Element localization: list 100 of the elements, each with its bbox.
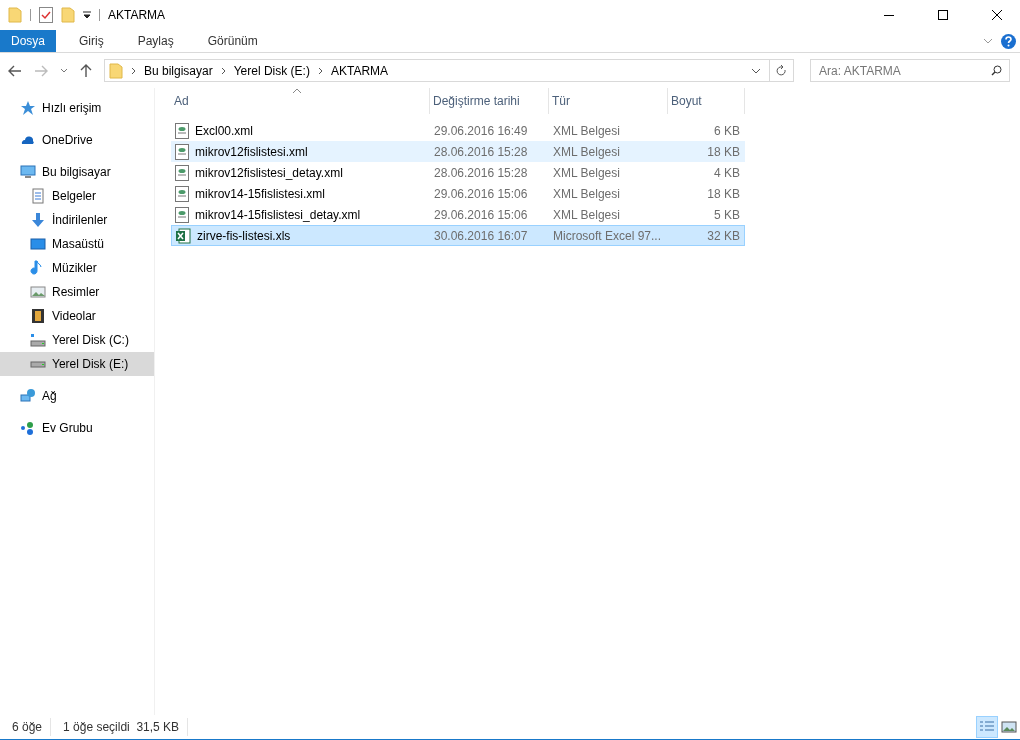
nav-label: Videolar <box>52 308 96 325</box>
xml-file-icon <box>175 143 189 160</box>
drive-icon <box>30 332 46 348</box>
nav-item[interactable]: OneDrive <box>0 128 154 152</box>
xml-file-icon <box>175 206 189 223</box>
sort-caret-icon <box>292 88 302 94</box>
column-header[interactable]: Boyut <box>668 88 745 114</box>
nav-label: Yerel Disk (E:) <box>52 356 129 373</box>
document-icon <box>30 188 46 204</box>
film-icon <box>30 308 46 324</box>
date-cell-text: 30.06.2016 16:07 <box>433 227 529 245</box>
chevron-icon <box>131 66 136 75</box>
file-name: Excl00.xml <box>195 122 253 140</box>
nav-label: Ev Grubu <box>42 420 93 437</box>
spreadsheet-file-icon <box>175 227 191 244</box>
monitor-icon <box>20 164 36 180</box>
file-row[interactable]: mikrov14-15fislistesi_detay.xml 29.06.2016 15:06 XML Belgesi 5 KB <box>171 204 745 225</box>
size-cell-text: 6 KB <box>713 122 741 140</box>
back-arrow-icon[interactable] <box>8 64 22 77</box>
dropdown-icon[interactable] <box>83 11 91 19</box>
file-name: mikrov12fislistesi_detay.xml <box>195 164 343 182</box>
expand-ribbon-icon[interactable] <box>983 38 993 44</box>
size-cell-text: 4 KB <box>713 164 741 182</box>
ribbon-tab[interactable]: Dosya <box>0 30 56 52</box>
nav-label: Ağ <box>42 388 57 405</box>
nav-item[interactable]: Hızlı erişim <box>0 96 154 120</box>
type-cell-text: XML Belgesi <box>552 164 621 182</box>
nav-label: Resimler <box>52 284 100 301</box>
date-cell-text: 28.06.2016 15:28 <box>433 164 529 182</box>
ribbon-tab[interactable]: Paylaş <box>126 30 185 52</box>
ribbon-tab[interactable]: Görünüm <box>196 30 269 52</box>
down-arrow-icon <box>30 212 46 228</box>
window-title: AKTARMA <box>108 7 166 24</box>
date-cell-text: 28.06.2016 15:28 <box>433 143 529 161</box>
type-cell-text: XML Belgesi <box>552 185 621 203</box>
desktop-icon <box>30 236 46 252</box>
nav-label: OneDrive <box>42 132 93 149</box>
breadcrumb-item[interactable]: Yerel Disk (E:) <box>233 61 310 80</box>
new-folder-icon <box>61 7 75 23</box>
star-icon <box>20 100 36 116</box>
breadcrumb-item[interactable]: Bu bilgisayar <box>144 61 213 80</box>
type-cell-text: XML Belgesi <box>552 122 621 140</box>
nav-item[interactable]: Resimler <box>0 280 154 304</box>
file-row[interactable]: mikrov12fislistesi_detay.xml 28.06.2016 15:28 XML Belgesi 4 KB <box>171 162 745 183</box>
drive-icon <box>30 360 46 368</box>
nav-label: Belgeler <box>52 188 97 205</box>
network-icon <box>20 388 36 404</box>
nav-item[interactable]: Ağ <box>0 384 154 408</box>
details-view-icon <box>979 720 995 734</box>
item-count: 6 öğe <box>12 718 52 736</box>
maximize-icon <box>938 10 948 20</box>
nav-item[interactable]: Yerel Disk (C:) <box>0 328 154 352</box>
nav-item[interactable]: Ev Grubu <box>0 416 154 440</box>
search-icon <box>991 65 1002 76</box>
file-row[interactable]: mikrov14-15fislistesi.xml 29.06.2016 15:06 XML Belgesi 18 KB <box>171 183 745 204</box>
homegroup-icon <box>20 420 36 436</box>
properties-icon[interactable] <box>39 7 53 23</box>
size-cell-text: 18 KB <box>706 185 741 203</box>
nav-label: Müzikler <box>52 260 97 277</box>
refresh-icon[interactable] <box>776 64 787 77</box>
xml-file-icon <box>175 164 189 181</box>
picture-icon <box>1001 720 1017 734</box>
ribbon-tab[interactable]: Giriş <box>68 30 115 52</box>
minimize-icon <box>884 14 894 16</box>
nav-item[interactable]: Bu bilgisayar <box>0 160 154 184</box>
file-row[interactable]: mikrov12fislistesi.xml 28.06.2016 15:28 XML Belgesi 18 KB <box>171 141 745 162</box>
breadcrumb-item[interactable]: AKTARMA <box>330 61 389 80</box>
chevron-icon <box>220 66 226 75</box>
file-row[interactable]: Excl00.xml 29.06.2016 16:49 XML Belgesi 6 KB <box>171 120 745 141</box>
nav-item[interactable]: Yerel Disk (E:) <box>0 352 154 376</box>
file-name: mikrov14-15fislistesi.xml <box>195 185 326 203</box>
address-dropdown-icon[interactable] <box>751 67 761 74</box>
folder-icon <box>109 62 123 79</box>
file-row[interactable]: zirve-fis-listesi.xls 30.06.2016 16:07 Microsoft Excel 97... 32 KB <box>171 225 745 246</box>
xml-file-icon <box>175 122 189 139</box>
column-header[interactable]: Ad <box>171 88 430 114</box>
nav-label: Masaüstü <box>52 236 105 253</box>
column-header[interactable]: Değiştirme tarihi <box>430 88 549 114</box>
file-name: zirve-fis-listesi.xls <box>197 227 291 245</box>
nav-item[interactable]: İndirilenler <box>0 208 154 232</box>
nav-label: İndirilenler <box>52 212 108 229</box>
chevron-icon <box>317 66 323 75</box>
nav-label: Bu bilgisayar <box>42 164 111 181</box>
search-field[interactable]: Ara: AKTARMA <box>810 59 1010 82</box>
nav-item[interactable]: Belgeler <box>0 184 154 208</box>
nav-item[interactable]: Videolar <box>0 304 154 328</box>
size-cell-text: 5 KB <box>713 206 741 224</box>
selection-info: 1 öğe seçildi 31,5 KB <box>51 718 189 736</box>
address-bar[interactable]: Bu bilgisayar Yerel Disk (E:) AKTARMA <box>104 59 794 82</box>
type-cell-text: XML Belgesi <box>552 143 621 161</box>
nav-label: Yerel Disk (C:) <box>52 332 129 349</box>
nav-label: Hızlı erişim <box>42 100 102 117</box>
up-arrow-icon[interactable] <box>80 63 92 78</box>
help-icon[interactable] <box>1001 33 1016 49</box>
nav-item[interactable]: Müzikler <box>0 256 154 280</box>
picture-icon <box>30 284 46 300</box>
column-header[interactable]: Tür <box>549 88 668 114</box>
recent-dropdown-icon[interactable] <box>60 68 68 73</box>
nav-item[interactable]: Masaüstü <box>0 232 154 256</box>
folder-icon <box>8 7 22 23</box>
